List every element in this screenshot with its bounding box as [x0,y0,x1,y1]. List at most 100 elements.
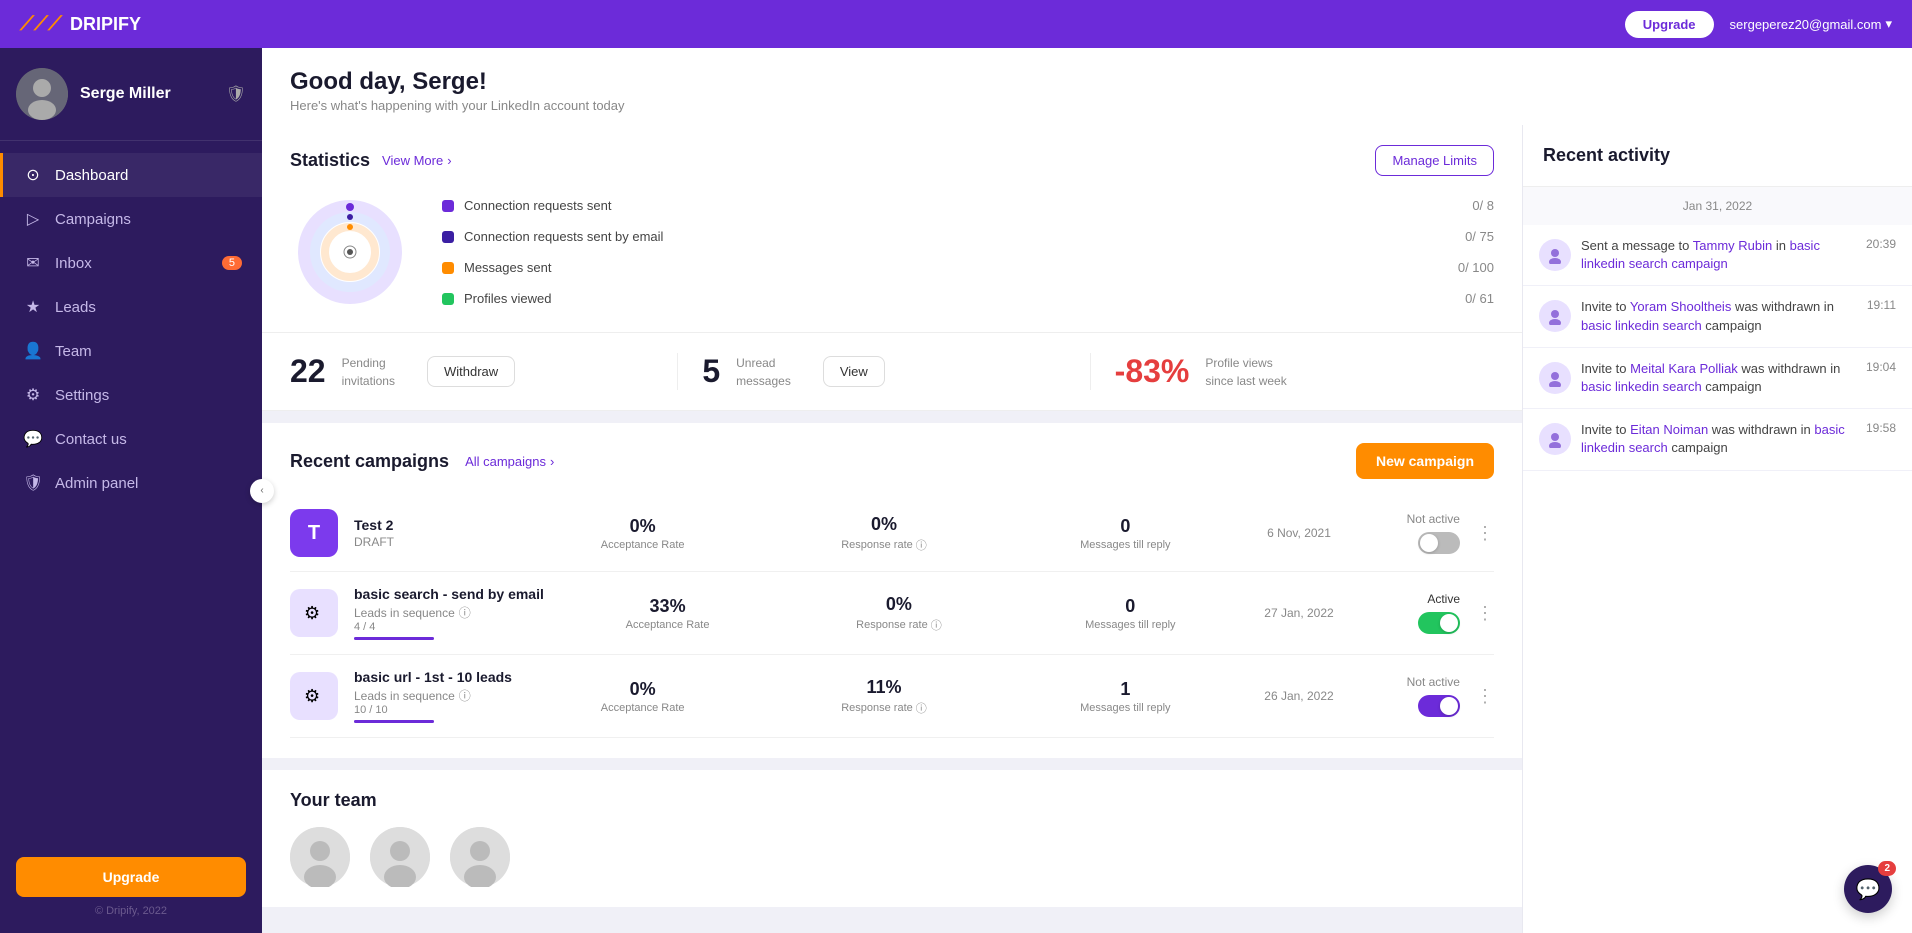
activity-item: Invite to Yoram Shooltheis was withdrawn… [1523,286,1912,347]
contact-icon: 💬 [23,429,43,449]
sidebar-item-inbox[interactable]: ✉ Inbox 5 [0,241,262,285]
campaign-status-block: Active [1360,592,1460,634]
campaign-more-button[interactable]: ⋮ [1476,686,1494,707]
sidebar-item-team[interactable]: 👤 Team [0,329,262,373]
avatar [16,68,68,120]
topbar-right: Upgrade sergeperez20@gmail.com ▾ [1625,11,1892,38]
campaign-progress-fill [354,637,434,640]
statistics-title: Statistics [290,150,370,171]
team-title: Your team [290,790,377,810]
campaign-toggle[interactable] [1418,612,1460,634]
metric-info: Profile views since last week [1205,356,1286,388]
sidebar-item-leads[interactable]: ★ Leads [0,285,262,329]
upgrade-button-top[interactable]: Upgrade [1625,11,1714,38]
sidebar-item-settings[interactable]: ⚙ Settings [0,373,262,417]
campaign-leads-count: 10 / 10 [354,704,514,716]
sidebar-collapse-button[interactable]: ‹ [250,479,274,503]
team-member-avatar [450,827,510,887]
donut-chart [290,192,410,312]
logo-text: DRIPIFY [70,14,141,35]
sidebar-item-label: Contact us [55,431,127,448]
stat-item: Messages sent 0/ 100 [442,260,1494,275]
stat-label: Messages sent [464,260,1434,275]
leads-icon: ★ [23,297,43,317]
sidebar-item-admin[interactable]: 🛡 Admin panel [0,461,262,505]
team-member-avatar [370,827,430,887]
metric-messages: 5 Unread messages View [677,353,1081,390]
campaign-more-button[interactable]: ⋮ [1476,603,1494,624]
page-greeting: Good day, Serge! [290,68,1884,96]
status-label: Not active [1407,675,1460,689]
activity-link[interactable]: Yoram Shooltheis [1630,299,1731,314]
metric-profile-views: -83% Profile views since last week [1090,353,1494,390]
campaign-response: 0% Response rate ⓘ [791,594,1006,633]
withdraw-button[interactable]: Withdraw [427,356,515,387]
campaign-icon: ⚙ [290,589,338,637]
campaign-acceptance: 33% Acceptance Rate [560,596,775,631]
manage-limits-button[interactable]: Manage Limits [1375,145,1494,176]
sidebar-item-label: Leads [55,299,96,316]
sidebar-username: Serge Miller [80,85,171,103]
campaign-status-tag: DRAFT [354,535,514,549]
statistics-content: Connection requests sent 0/ 8 Connection… [290,192,1494,312]
copyright: © Dripify, 2022 [16,905,246,917]
campaign-leads-label: Leads in sequence ⓘ [354,604,544,621]
stat-dot [442,200,454,212]
sidebar-item-label: Team [55,343,92,360]
messages-value: 1 [1013,679,1238,700]
user-email[interactable]: sergeperez20@gmail.com ▾ [1730,16,1892,32]
logo: ⟋⟋⟋ DRIPIFY [20,13,141,36]
sidebar-user: Serge Miller 🛡 [0,48,262,141]
stat-value: 0/ 61 [1444,291,1494,306]
content-grid: Statistics View More › Manage Limits [262,125,1912,933]
activity-link[interactable]: Eitan Noiman [1630,422,1708,437]
metric-label: Pending [342,356,395,370]
stat-dot [442,231,454,243]
view-more-link[interactable]: View More › [382,153,452,168]
campaign-date: 27 Jan, 2022 [1254,606,1344,620]
activity-time: 20:39 [1866,237,1896,251]
acceptance-label: Acceptance Rate [530,702,755,714]
acceptance-value: 0% [530,516,755,537]
activity-time: 19:11 [1867,298,1896,312]
page-subtitle: Here's what's happening with your Linked… [290,98,1884,113]
activity-link[interactable]: Tammy Rubin [1693,238,1772,253]
activity-link[interactable]: basic linkedin search [1581,422,1845,455]
campaign-more-button[interactable]: ⋮ [1476,523,1494,544]
metric-pending: 22 Pending invitations Withdraw [290,353,669,390]
metrics-row: 22 Pending invitations Withdraw 5 Unread… [262,333,1522,411]
campaigns-header: Recent campaigns All campaigns › New cam… [290,443,1494,479]
metric-label: Profile views [1205,356,1286,370]
info-icon: ⓘ [916,700,927,716]
campaign-name: basic url - 1st - 10 leads [354,669,514,685]
upgrade-button-sidebar[interactable]: Upgrade [16,857,246,897]
inbox-icon: ✉ [23,253,43,273]
activity-link[interactable]: basic linkedin search [1581,379,1702,394]
main-layout: Serge Miller 🛡 ⊙ Dashboard ▷ Campaigns ✉… [0,48,1912,933]
chat-bubble[interactable]: 💬 2 [1844,865,1892,913]
campaign-status-block: Not active [1360,512,1460,554]
stat-value: 0/ 100 [1444,260,1494,275]
sidebar-footer: Upgrade © Dripify, 2022 [0,841,262,933]
view-button[interactable]: View [823,356,885,387]
campaigns-section: Recent campaigns All campaigns › New cam… [262,423,1522,758]
chat-icon: 💬 [1856,877,1881,902]
campaign-acceptance: 0% Acceptance Rate [530,516,755,551]
campaign-toggle[interactable] [1418,695,1460,717]
acceptance-value: 33% [560,596,775,617]
new-campaign-button[interactable]: New campaign [1356,443,1494,479]
sidebar-item-contact[interactable]: 💬 Contact us [0,417,262,461]
activity-link[interactable]: Meital Kara Polliak [1630,361,1738,376]
metric-info: Pending invitations [342,356,395,388]
campaigns-title: Recent campaigns [290,451,449,472]
campaign-toggle[interactable] [1418,532,1460,554]
activity-item: Sent a message to Tammy Rubin in basic l… [1523,225,1912,286]
activity-icon [1539,362,1571,394]
sidebar-item-dashboard[interactable]: ⊙ Dashboard [0,153,262,197]
sidebar-item-campaigns[interactable]: ▷ Campaigns [0,197,262,241]
activity-link[interactable]: basic linkedin search [1581,318,1702,333]
all-campaigns-link[interactable]: All campaigns › [465,454,554,469]
shield-icon[interactable]: 🛡 [226,84,246,104]
messages-value: 0 [1013,516,1238,537]
campaign-row: ⚙ basic search - send by email Leads in … [290,572,1494,655]
